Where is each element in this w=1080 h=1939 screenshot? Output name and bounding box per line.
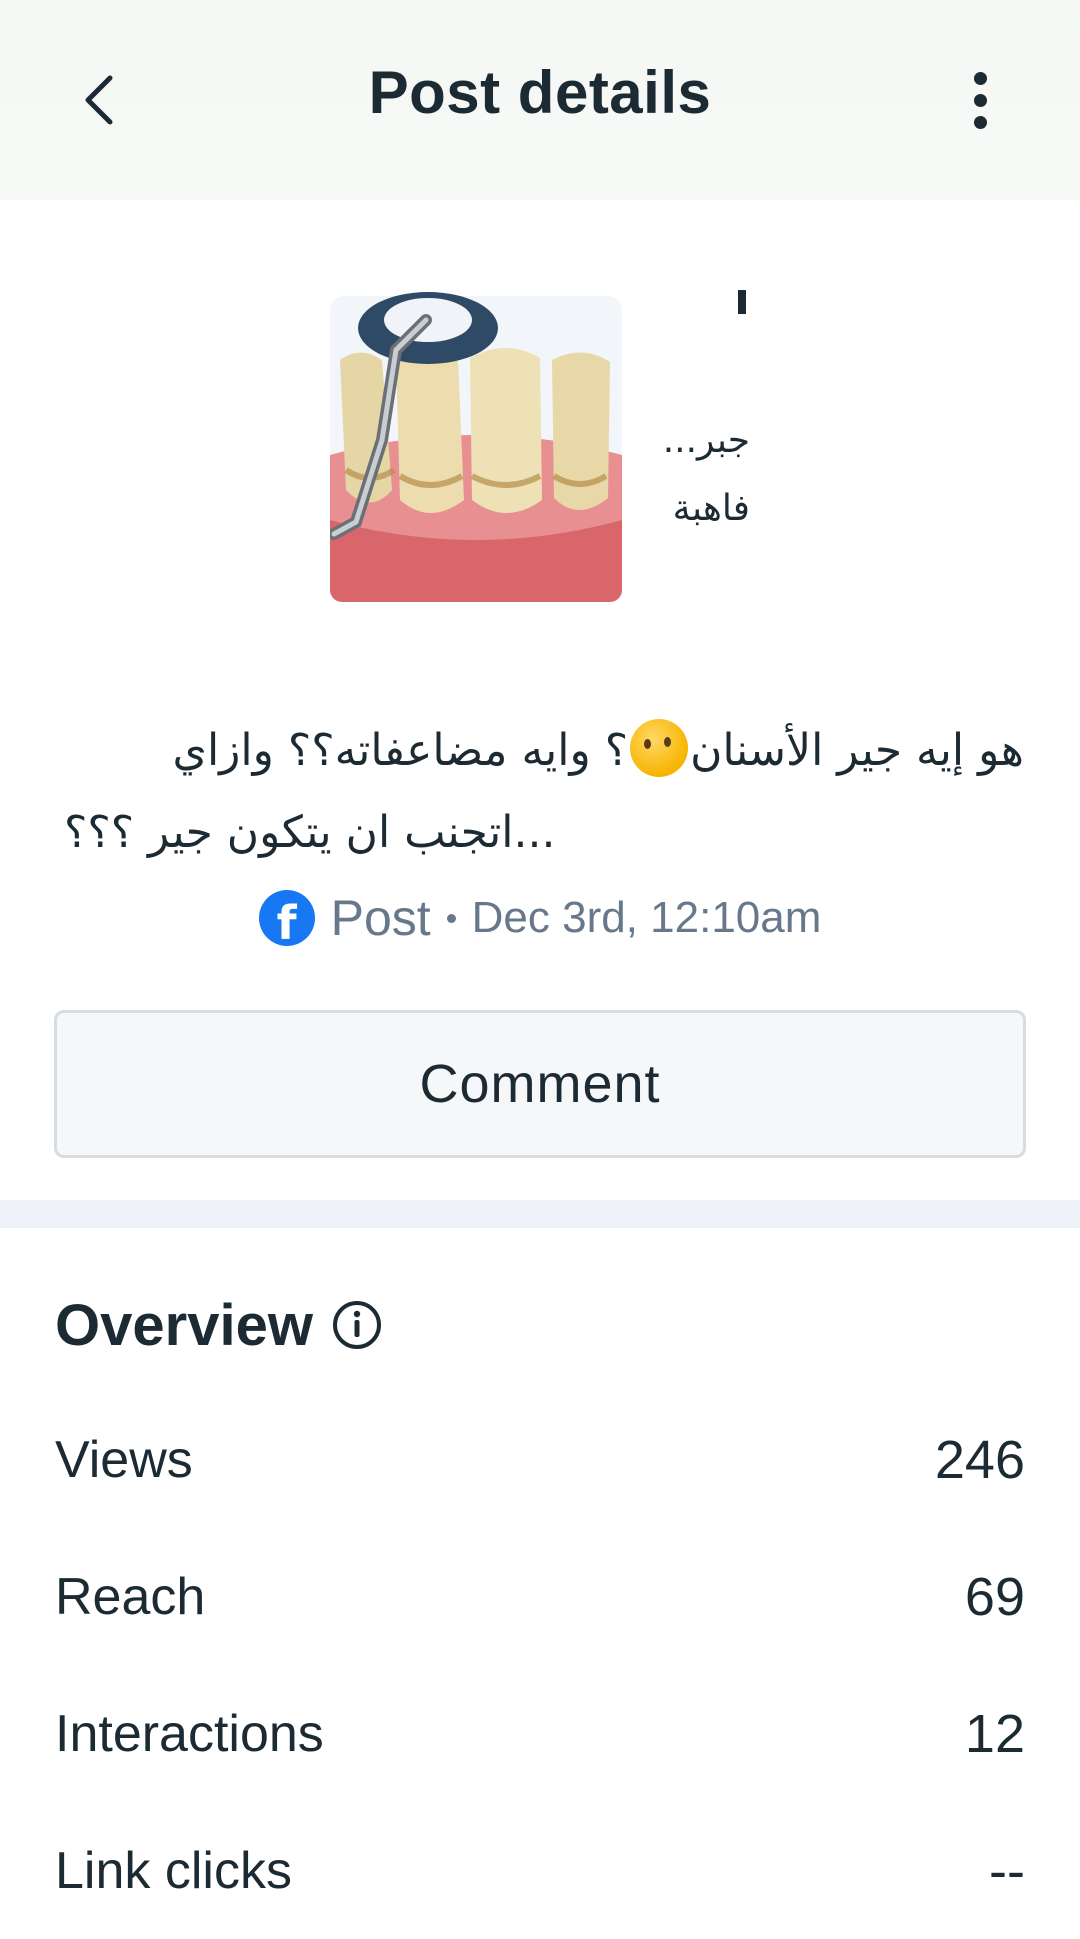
- metric-value: 246: [934, 1430, 1025, 1490]
- page-title: Post details: [368, 59, 712, 126]
- caption-part-2: ؟ وايه مضاعفاته؟؟ وازاي: [172, 725, 629, 776]
- metric-value: 69: [964, 1567, 1025, 1627]
- top-bar: Post details: [0, 0, 1080, 200]
- section-divider: [0, 1200, 1080, 1228]
- more-vertical-icon-dot: [973, 93, 987, 107]
- metric-value: --: [989, 1841, 1025, 1901]
- metric-label: Interactions: [55, 1705, 324, 1763]
- overview-title: Overview: [55, 1292, 313, 1358]
- metric-row-reach: Reach 69: [55, 1557, 1025, 1637]
- metric-row-views: Views 246: [55, 1420, 1025, 1500]
- thumbnail-text-1: جبر...: [662, 420, 750, 461]
- info-icon[interactable]: [331, 1299, 383, 1351]
- facebook-icon: f: [258, 890, 315, 946]
- thumbnail-text-2: فاهبة: [672, 488, 750, 529]
- separator-dot: [446, 913, 456, 923]
- post-type: Post: [330, 890, 431, 946]
- more-vertical-icon-dot: [973, 115, 987, 129]
- thinking-face-icon: [630, 719, 689, 777]
- caption-line-1: هو إيه جير الأسنان ؟ وايه مضاعفاته؟؟ وازا…: [64, 710, 1024, 792]
- more-options-button[interactable]: [940, 60, 1020, 140]
- metric-label: Link clicks: [55, 1842, 292, 1900]
- metric-row-interactions: Interactions 12: [55, 1694, 1025, 1774]
- post-meta: f Post Dec 3rd, 12:10am: [0, 885, 1080, 951]
- metric-label: Reach: [55, 1568, 206, 1626]
- teeth-scaling-image: [330, 290, 750, 650]
- more-vertical-icon: [973, 71, 987, 85]
- comment-button[interactable]: Comment: [54, 1010, 1026, 1158]
- caption-line-2: اتجنب ان يتكون جير ؟؟؟...: [64, 807, 556, 858]
- post-date: Dec 3rd, 12:10am: [471, 893, 822, 942]
- post-caption: هو إيه جير الأسنان ؟ وايه مضاعفاته؟؟ وازا…: [64, 710, 1024, 874]
- post-thumbnail[interactable]: جبر... فاهبة: [330, 290, 750, 650]
- overview-header: Overview: [55, 1290, 383, 1360]
- metric-label: Views: [55, 1431, 193, 1489]
- caption-part-1: هو إيه جير الأسنان: [690, 725, 1024, 776]
- metric-value: 12: [964, 1704, 1025, 1764]
- metric-row-link-clicks: Link clicks --: [55, 1831, 1025, 1911]
